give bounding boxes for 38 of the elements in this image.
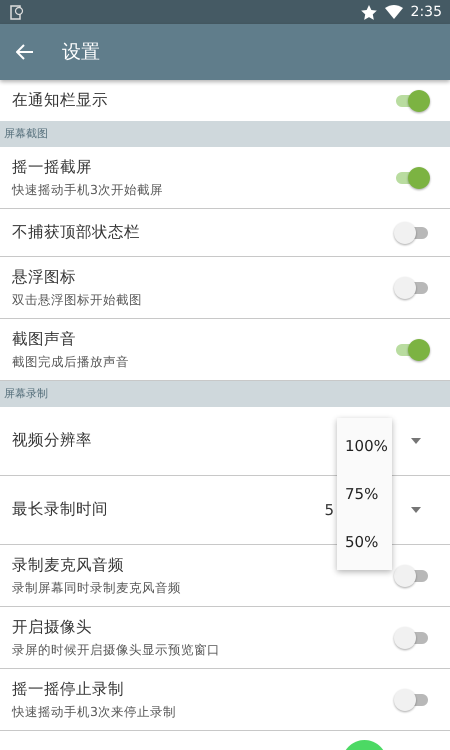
- setting-title: 截图声音: [12, 328, 77, 350]
- toggle-switch[interactable]: [394, 688, 430, 712]
- page-title: 设置: [62, 40, 100, 65]
- setting-title: 在通知栏显示: [12, 90, 109, 111]
- toggle-switch[interactable]: [394, 626, 430, 650]
- dropdown-option[interactable]: 100%: [337, 422, 392, 470]
- setting-title: 不捕获顶部状态栏: [12, 222, 141, 243]
- dropdown-option[interactable]: 75%: [337, 470, 392, 518]
- setting-title: 悬浮图标: [12, 266, 77, 288]
- setting-title: 录制麦克风音频: [12, 554, 125, 576]
- setting-description: 快速摇动手机3次开始截屏: [12, 180, 164, 199]
- back-arrow-icon[interactable]: [16, 44, 34, 60]
- spinner-value: 5: [324, 500, 334, 521]
- setting-title: 视频分辨率: [12, 430, 92, 452]
- setting-description: 截图完成后播放声音: [12, 352, 130, 371]
- setting-title: 摇一摇停止录制: [12, 678, 125, 700]
- dropdown-caret-icon[interactable]: [411, 507, 421, 513]
- screenshot-notification-icon: [10, 4, 24, 20]
- setting-description: 双击悬浮图标开始截图: [12, 290, 143, 309]
- setting-description: 录制屏幕同时录制麦克风音频: [12, 578, 182, 597]
- setting-title: 摇一摇截屏: [12, 156, 93, 178]
- toggle-switch[interactable]: [394, 338, 430, 362]
- clock-time: 2:35: [410, 2, 442, 22]
- star-icon: [360, 4, 377, 20]
- toggle-switch[interactable]: [394, 276, 430, 300]
- dropdown-caret-icon[interactable]: [411, 438, 421, 444]
- setting-title: 最长录制时间: [12, 499, 108, 520]
- section-header: 屏幕录制: [4, 386, 48, 402]
- toggle-switch[interactable]: [394, 88, 430, 112]
- section-header: 屏幕截图: [4, 126, 48, 142]
- setting-title: 开启摄像头: [12, 616, 93, 638]
- toggle-switch[interactable]: [394, 166, 430, 190]
- setting-description: 快速摇动手机3次来停止录制: [12, 702, 177, 721]
- wifi-icon: [384, 5, 403, 19]
- toggle-switch[interactable]: [394, 564, 430, 588]
- setting-description: 录屏的时候开启摄像头显示预览窗口: [12, 640, 221, 659]
- dropdown-option[interactable]: 50%: [337, 518, 392, 566]
- toggle-switch[interactable]: [394, 220, 430, 244]
